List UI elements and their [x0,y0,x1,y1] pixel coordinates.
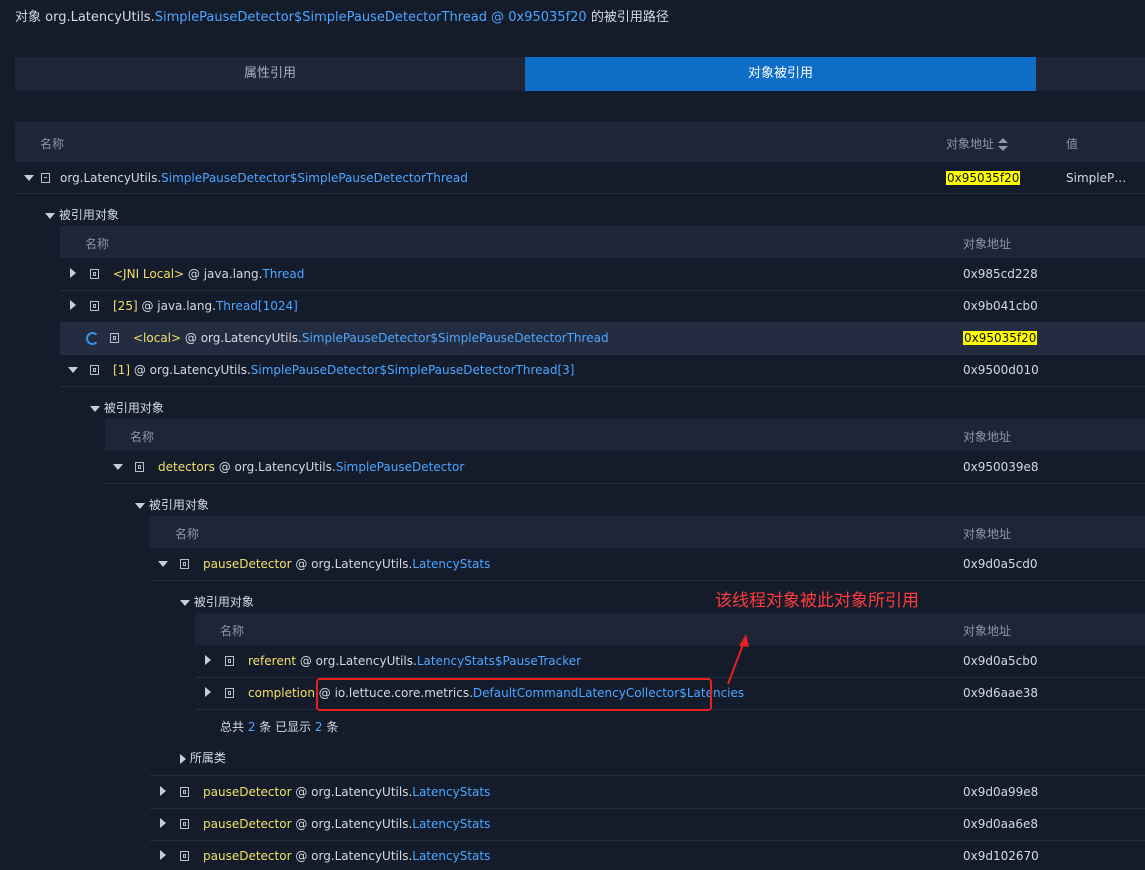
class-section[interactable]: 所属类 [180,749,226,766]
caret-down-icon[interactable] [135,502,145,509]
sub-table-header-1: 名称 对象地址 [60,226,1145,258]
row-address: 0x95035f20 [963,331,1038,345]
object-icon [180,851,189,861]
row-label: pauseDetector @ org.LatencyUtils.Latency… [203,849,491,863]
header-addr[interactable]: 对象地址 [946,135,1008,152]
row-value: SimpleP… [1066,171,1127,185]
row-address: 0x9d0a5cb0 [963,654,1038,668]
row-label: [1] @ org.LatencyUtils.SimplePauseDetect… [113,363,575,377]
header-name: 名称 [40,137,65,151]
caret-right-icon[interactable] [70,300,76,310]
table-row-selected[interactable]: <local> @ org.LatencyUtils.SimplePauseDe… [60,322,1145,355]
sub-table-header-2: 名称 对象地址 [105,419,1145,451]
sub-table-header-3: 名称 对象地址 [150,516,1145,548]
table-row[interactable]: pauseDetector @ org.LatencyUtils.Latency… [150,548,1145,581]
row-address: 0x9500d010 [963,363,1039,377]
referenced-section-4[interactable]: 被引用对象 [180,593,254,610]
row-address: 0x950039e8 [963,460,1039,474]
caret-down-icon[interactable] [90,405,100,412]
caret-down-icon[interactable] [24,175,34,181]
tab-bar: 属性引用 对象被引用 [15,57,1145,91]
row-label: pauseDetector @ org.LatencyUtils.Latency… [203,557,491,571]
row-address: 0x9d0a99e8 [963,785,1039,799]
caret-down-icon[interactable] [68,367,78,373]
table-row[interactable]: pauseDetector @ org.LatencyUtils.Latency… [150,775,1145,809]
row-address: 0x9b041cb0 [963,299,1038,313]
row-label: pauseDetector @ org.LatencyUtils.Latency… [203,817,491,831]
main-table-header: 名称 对象地址 值 [15,122,1145,162]
table-row[interactable]: [25] @ java.lang.Thread[1024] 0x9b041cb0 [60,290,1145,323]
table-row[interactable]: <JNI Local> @ java.lang.Thread 0x985cd22… [60,258,1145,291]
object-icon [90,365,99,375]
page-title: 对象 org.LatencyUtils.SimplePauseDetector$… [15,10,669,25]
row-label: [25] @ java.lang.Thread[1024] [113,299,298,313]
row-address: 0x9d102670 [963,849,1039,863]
sort-icon[interactable] [997,137,1008,152]
annotation-arrow [727,634,749,685]
row-label: <JNI Local> @ java.lang.Thread [113,267,305,281]
row-address: 0x95035f20 [946,171,1021,185]
table-row-root[interactable]: org.LatencyUtils.SimplePauseDetector$Sim… [15,162,1145,194]
tab-attr-ref[interactable]: 属性引用 [15,57,525,91]
sub-table-header-4: 名称 对象地址 [195,613,1145,645]
annotation-text: 该线程对象被此对象所引用 [715,591,919,611]
row-label: referent @ org.LatencyUtils.LatencyStats… [248,654,582,668]
count-footer: 总共 2 条 已显示 2 条 [220,720,339,734]
row-label: pauseDetector @ org.LatencyUtils.Latency… [203,785,491,799]
table-row[interactable]: referent @ org.LatencyUtils.LatencyStats… [195,645,1145,678]
object-icon [90,269,99,279]
row-label: <local> @ org.LatencyUtils.SimplePauseDe… [133,331,609,345]
caret-down-icon[interactable] [45,212,55,219]
header-value: 值 [1066,137,1079,151]
object-icon [225,656,234,666]
caret-right-icon[interactable] [160,786,166,796]
row-address: 0x9d6aae38 [963,686,1038,700]
table-row[interactable]: pauseDetector @ org.LatencyUtils.Latency… [150,840,1145,870]
object-icon [180,559,189,569]
table-row[interactable]: pauseDetector @ org.LatencyUtils.Latency… [150,808,1145,841]
row-address: 0x9d0a5cd0 [963,557,1038,571]
object-icon [225,688,234,698]
referenced-section-2[interactable]: 被引用对象 [90,399,164,416]
row-label: detectors @ org.LatencyUtils.SimplePause… [158,460,465,474]
object-icon [110,333,119,343]
object-icon [90,301,99,311]
referenced-section-1[interactable]: 被引用对象 [45,206,119,223]
title-address: 0x95035f20 [508,10,587,25]
table-row[interactable]: detectors @ org.LatencyUtils.SimplePause… [105,451,1145,484]
row-address: 0x9d0aa6e8 [963,817,1038,831]
caret-right-icon[interactable] [180,753,186,764]
row-label: org.LatencyUtils.SimplePauseDetector$Sim… [60,171,468,185]
caret-right-icon[interactable] [160,818,166,828]
loading-spinner-icon [86,332,99,345]
object-icon [135,462,144,472]
caret-right-icon[interactable] [160,850,166,860]
object-icon [180,787,189,797]
caret-down-icon[interactable] [158,561,168,567]
referenced-section-3[interactable]: 被引用对象 [135,496,209,513]
caret-down-icon[interactable] [180,599,190,606]
table-row[interactable]: [1] @ org.LatencyUtils.SimplePauseDetect… [60,354,1145,387]
caret-right-icon[interactable] [70,268,76,278]
title-class: SimplePauseDetector$SimplePauseDetectorT… [154,10,487,25]
tab-obj-ref[interactable]: 对象被引用 [525,57,1036,91]
caret-right-icon[interactable] [205,655,211,665]
annotation-highlight-box [316,678,712,711]
tab-bar-filler [1036,57,1145,91]
row-address: 0x985cd228 [963,267,1038,281]
caret-right-icon[interactable] [205,687,211,697]
object-icon [180,819,189,829]
object-icon [41,173,50,183]
caret-down-icon[interactable] [113,464,123,470]
